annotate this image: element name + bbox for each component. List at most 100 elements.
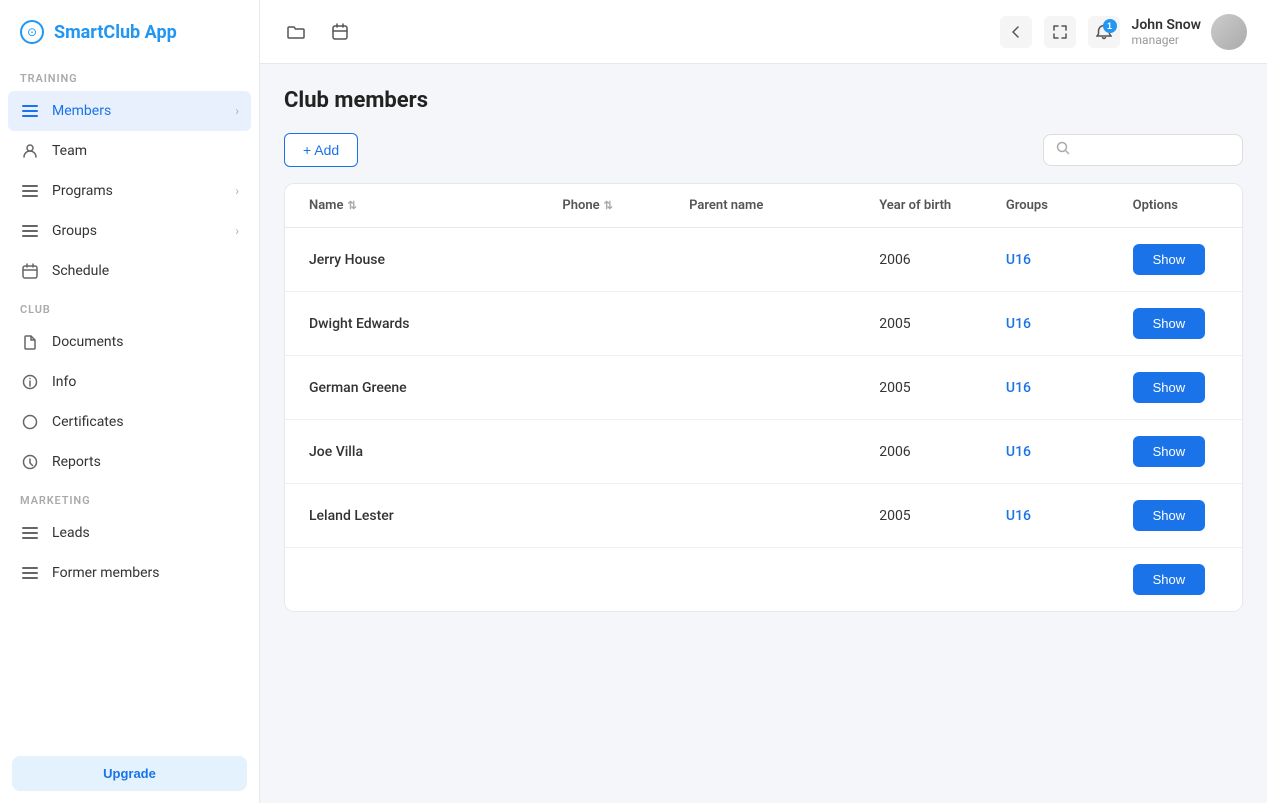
cell-name-0: Jerry House: [301, 236, 554, 284]
schedule-icon: [20, 261, 40, 281]
user-role: manager: [1132, 33, 1201, 47]
search-icon: [1056, 141, 1070, 159]
cell-group-3[interactable]: U16: [998, 428, 1125, 476]
sidebar-item-reports-label: Reports: [52, 454, 101, 470]
sidebar-item-team[interactable]: Team: [0, 131, 259, 171]
certificates-icon: [20, 412, 40, 432]
sidebar-item-members[interactable]: Members ›: [8, 91, 251, 131]
cell-parent-3: [681, 436, 871, 468]
content-area: Club members + Add Name ⇅ Phone ⇅: [260, 64, 1267, 803]
sidebar-item-certificates[interactable]: Certificates: [0, 402, 259, 442]
table-header: Name ⇅ Phone ⇅ Parent name Year of birth…: [285, 184, 1242, 228]
cell-phone-1: [554, 308, 681, 340]
cell-options-5: Show: [1125, 548, 1226, 611]
table-row: Jerry House 2006 U16 Show: [285, 228, 1242, 292]
cell-options-3: Show: [1125, 420, 1226, 483]
cell-phone-2: [554, 372, 681, 404]
show-button-3[interactable]: Show: [1133, 436, 1206, 467]
cell-parent-0: [681, 244, 871, 276]
cell-yob-5: [871, 564, 998, 596]
show-button-0[interactable]: Show: [1133, 244, 1206, 275]
cell-options-4: Show: [1125, 484, 1226, 547]
cell-phone-3: [554, 436, 681, 468]
cell-options-1: Show: [1125, 292, 1226, 355]
cell-parent-4: [681, 500, 871, 532]
sidebar-item-former-members-label: Former members: [52, 565, 159, 581]
calendar-icon[interactable]: [324, 16, 356, 48]
programs-icon: [20, 181, 40, 201]
show-button-4[interactable]: Show: [1133, 500, 1206, 531]
cell-group-5[interactable]: [998, 564, 1125, 596]
sidebar-item-info[interactable]: Info: [0, 362, 259, 402]
sidebar-item-leads[interactable]: Leads: [0, 513, 259, 553]
logo-icon: ⊙: [20, 20, 44, 44]
page-title: Club members: [284, 88, 1243, 113]
members-table: Name ⇅ Phone ⇅ Parent name Year of birth…: [284, 183, 1243, 612]
former-members-icon: [20, 563, 40, 583]
app-name: SmartClub App: [54, 22, 177, 43]
cell-name-1: Dwight Edwards: [301, 300, 554, 348]
members-chevron: ›: [235, 104, 239, 118]
cell-options-2: Show: [1125, 356, 1226, 419]
sidebar-item-schedule-label: Schedule: [52, 263, 109, 279]
sidebar-logo[interactable]: ⊙ SmartClub App: [0, 0, 259, 60]
cell-phone-0: [554, 244, 681, 276]
table-row: Leland Lester 2005 U16 Show: [285, 484, 1242, 548]
cell-group-4[interactable]: U16: [998, 492, 1125, 540]
sidebar-item-schedule[interactable]: Schedule: [0, 251, 259, 291]
groups-icon: [20, 221, 40, 241]
upgrade-button[interactable]: Upgrade: [12, 756, 247, 791]
toolbar: + Add: [284, 133, 1243, 167]
search-box[interactable]: [1043, 134, 1243, 166]
search-input[interactable]: [1078, 142, 1230, 158]
sidebar-item-programs[interactable]: Programs ›: [0, 171, 259, 211]
cell-group-2[interactable]: U16: [998, 364, 1125, 412]
cell-yob-2: 2005: [871, 364, 998, 412]
col-year-of-birth: Year of birth: [871, 184, 998, 227]
cell-phone-4: [554, 500, 681, 532]
info-icon: [20, 372, 40, 392]
sidebar-item-programs-label: Programs: [52, 183, 113, 199]
topbar-left-icons: [280, 16, 356, 48]
expand-button[interactable]: [1044, 16, 1076, 48]
topbar-right-actions: 1 John Snow manager: [1000, 14, 1247, 50]
sidebar-item-reports[interactable]: Reports: [0, 442, 259, 482]
col-groups: Groups: [998, 184, 1125, 227]
notification-button[interactable]: 1: [1088, 16, 1120, 48]
sidebar-item-former-members[interactable]: Former members: [0, 553, 259, 593]
phone-sort-icon[interactable]: ⇅: [604, 199, 613, 212]
section-label-club: CLUB: [0, 291, 259, 322]
show-button-2[interactable]: Show: [1133, 372, 1206, 403]
user-info[interactable]: John Snow manager: [1132, 14, 1247, 50]
cell-name-3: Joe Villa: [301, 428, 554, 476]
avatar: [1211, 14, 1247, 50]
sidebar-item-groups[interactable]: Groups ›: [0, 211, 259, 251]
cell-name-5: [301, 564, 554, 596]
cell-options-0: Show: [1125, 228, 1226, 291]
cell-parent-1: [681, 308, 871, 340]
cell-name-4: Leland Lester: [301, 492, 554, 540]
topbar: 1 John Snow manager: [260, 0, 1267, 64]
sidebar-item-documents-label: Documents: [52, 334, 123, 350]
main-area: 1 John Snow manager Club members + Add: [260, 0, 1267, 803]
sidebar-bottom: Upgrade: [0, 744, 259, 803]
cell-group-0[interactable]: U16: [998, 236, 1125, 284]
show-button-5[interactable]: Show: [1133, 564, 1206, 595]
table-row: Joe Villa 2006 U16 Show: [285, 420, 1242, 484]
table-row: Dwight Edwards 2005 U16 Show: [285, 292, 1242, 356]
back-button[interactable]: [1000, 16, 1032, 48]
folder-icon[interactable]: [280, 16, 312, 48]
sidebar: ⊙ SmartClub App TRAINING Members › Team …: [0, 0, 260, 803]
add-button[interactable]: + Add: [284, 133, 358, 167]
col-parent-name: Parent name: [681, 184, 871, 227]
sidebar-item-members-label: Members: [52, 103, 111, 119]
groups-chevron: ›: [235, 224, 239, 238]
cell-group-1[interactable]: U16: [998, 300, 1125, 348]
show-button-1[interactable]: Show: [1133, 308, 1206, 339]
sidebar-item-certificates-label: Certificates: [52, 414, 124, 430]
name-sort-icon[interactable]: ⇅: [347, 199, 356, 212]
sidebar-item-documents[interactable]: Documents: [0, 322, 259, 362]
table-row: German Greene 2005 U16 Show: [285, 356, 1242, 420]
sidebar-item-info-label: Info: [52, 374, 76, 390]
col-phone: Phone ⇅: [554, 184, 681, 227]
